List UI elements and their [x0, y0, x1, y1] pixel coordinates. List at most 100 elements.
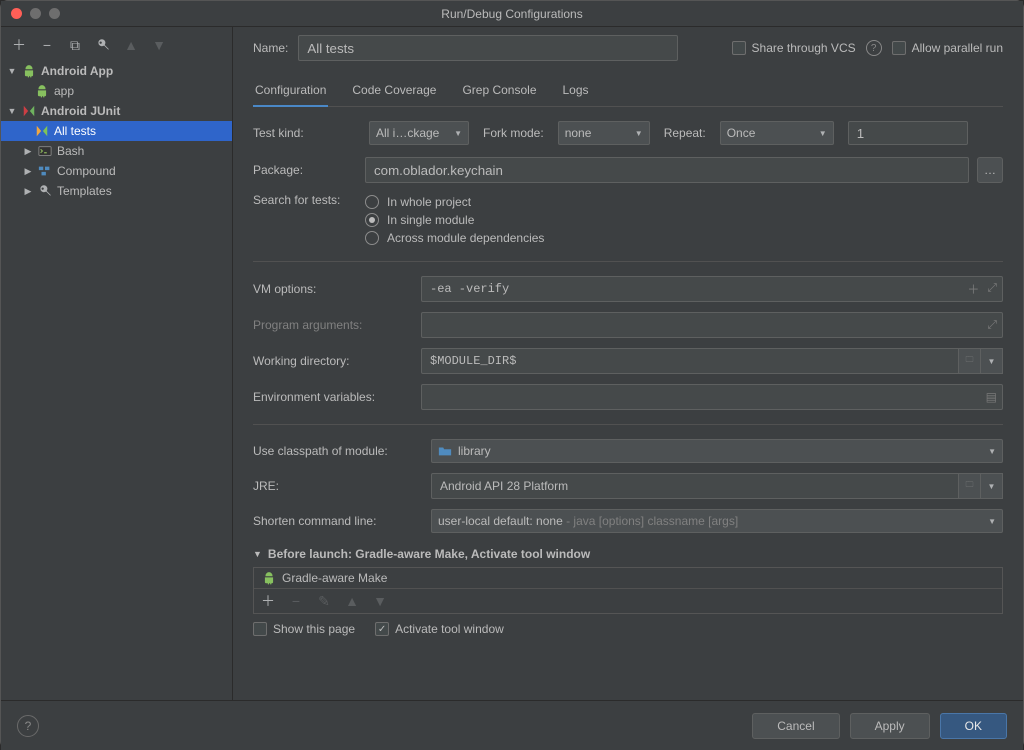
tree-compound[interactable]: ▶ Compound — [1, 161, 232, 181]
package-label: Package: — [253, 163, 355, 177]
down-icon: ▼ — [151, 37, 167, 53]
tab-configuration[interactable]: Configuration — [253, 77, 328, 107]
before-launch-toolbar: ＋ − ✎ ▲ ▼ — [254, 588, 1002, 613]
compound-icon — [38, 164, 52, 178]
select-value: All i…ckage — [376, 126, 439, 140]
chevron-down-icon[interactable]: ▼ — [981, 348, 1003, 374]
chevron-right-icon: ▶ — [23, 186, 33, 197]
working-dir-input[interactable] — [421, 348, 959, 374]
checkbox-label: Share through VCS — [752, 41, 856, 55]
checkbox-icon — [253, 622, 267, 636]
tree-templates[interactable]: ▶ Templates — [1, 181, 232, 201]
expand-icon[interactable]: ⤢ — [987, 281, 997, 298]
apply-button[interactable]: Apply — [850, 713, 930, 739]
chevron-down-icon: ▼ — [7, 106, 17, 116]
help-icon[interactable]: ? — [866, 40, 882, 56]
checkbox-icon — [375, 622, 389, 636]
repeat-count-input[interactable] — [848, 121, 968, 145]
select-value: none — [565, 126, 592, 140]
checkbox-label: Show this page — [273, 622, 355, 636]
tree-label: Templates — [57, 184, 112, 198]
footer: ? Cancel Apply OK — [1, 700, 1023, 750]
module-icon — [438, 445, 452, 457]
radio-label: Across module dependencies — [387, 231, 544, 245]
up-icon: ▲ — [123, 37, 139, 53]
vm-options-input[interactable] — [421, 276, 1003, 302]
tree-all-tests[interactable]: All tests — [1, 121, 232, 141]
browse-package-button[interactable]: … — [977, 157, 1003, 183]
chevron-down-icon: ▼ — [454, 129, 462, 138]
cancel-button[interactable]: Cancel — [752, 713, 839, 739]
down-icon: ▼ — [372, 593, 388, 609]
search-tests-label: Search for tests: — [253, 193, 355, 207]
program-args-input[interactable] — [421, 312, 1003, 338]
chevron-down-icon: ▼ — [7, 66, 17, 76]
tree-android-junit[interactable]: ▼ Android JUnit — [1, 101, 232, 121]
select-value: library — [458, 444, 491, 458]
radio-single-module[interactable]: In single module — [365, 211, 544, 229]
chevron-down-icon: ▼ — [253, 549, 262, 559]
minimize-window-icon — [30, 8, 41, 19]
before-launch-item[interactable]: Gradle-aware Make — [254, 568, 1002, 588]
activate-tool-window-checkbox[interactable]: Activate tool window — [375, 622, 504, 636]
package-input[interactable] — [365, 157, 969, 183]
show-this-page-checkbox[interactable]: Show this page — [253, 622, 355, 636]
zoom-window-icon — [49, 8, 60, 19]
main-panel: Name: Share through VCS ? Allow parallel… — [233, 27, 1023, 700]
fork-mode-select[interactable]: none▼ — [558, 121, 650, 145]
before-launch-header[interactable]: ▼ Before launch: Gradle-aware Make, Acti… — [253, 547, 1003, 561]
remove-icon[interactable]: − — [39, 37, 55, 53]
jre-input[interactable]: Android API 28 Platform — [431, 473, 959, 499]
wrench-icon[interactable] — [95, 37, 111, 53]
folder-icon[interactable]: 🗀 — [959, 473, 981, 499]
ok-button[interactable]: OK — [940, 713, 1007, 739]
name-input[interactable] — [298, 35, 678, 61]
bash-icon — [38, 144, 52, 158]
remove-icon: − — [288, 593, 304, 609]
vm-options-label: VM options: — [253, 282, 411, 296]
repeat-select[interactable]: Once▼ — [720, 121, 834, 145]
expand-icon[interactable]: ⤢ — [987, 318, 997, 333]
tab-grep-console[interactable]: Grep Console — [460, 77, 538, 106]
add-icon[interactable]: ＋ — [260, 593, 276, 609]
tree-app[interactable]: app — [1, 81, 232, 101]
test-kind-select[interactable]: All i…ckage ▼ — [369, 121, 469, 145]
chevron-right-icon: ▶ — [23, 166, 33, 177]
shorten-select[interactable]: user-local default: none - java [options… — [431, 509, 1003, 533]
android-icon — [262, 571, 276, 585]
select-hint: - java [options] classname [args] — [563, 514, 738, 528]
chevron-down-icon[interactable]: ▼ — [981, 473, 1003, 499]
folder-icon[interactable]: 🗀 — [959, 348, 981, 374]
env-vars-label: Environment variables: — [253, 390, 411, 404]
close-window-icon[interactable] — [11, 8, 22, 19]
share-vcs-checkbox[interactable]: Share through VCS — [732, 41, 856, 55]
shorten-label: Shorten command line: — [253, 514, 421, 528]
sidebar: ＋ − ⧉ ▲ ▼ ▼ Android App app ▼ Android JU… — [1, 27, 233, 700]
copy-icon[interactable]: ⧉ — [67, 37, 83, 53]
env-vars-input[interactable] — [421, 384, 1003, 410]
junit-icon — [35, 124, 49, 138]
checkbox-label: Allow parallel run — [912, 41, 1003, 55]
tab-logs[interactable]: Logs — [561, 77, 591, 106]
fork-mode-label: Fork mode: — [483, 126, 544, 140]
help-button[interactable]: ? — [17, 715, 39, 737]
chevron-down-icon: ▼ — [988, 517, 996, 526]
add-icon[interactable]: ＋ — [11, 37, 27, 53]
tree-bash[interactable]: ▶ Bash — [1, 141, 232, 161]
tree-android-app[interactable]: ▼ Android App — [1, 61, 232, 81]
add-macro-icon[interactable]: ＋ — [967, 281, 979, 298]
chevron-right-icon: ▶ — [23, 146, 33, 157]
tree-label: All tests — [54, 124, 96, 138]
program-args-label: Program arguments: — [253, 318, 411, 332]
classpath-select[interactable]: library ▼ — [431, 439, 1003, 463]
tab-code-coverage[interactable]: Code Coverage — [350, 77, 438, 106]
radio-whole-project[interactable]: In whole project — [365, 193, 544, 211]
working-dir-label: Working directory: — [253, 354, 411, 368]
radio-label: In single module — [387, 213, 474, 227]
list-icon[interactable]: ▤ — [986, 390, 997, 404]
allow-parallel-checkbox[interactable]: Allow parallel run — [892, 41, 1003, 55]
before-launch-list: Gradle-aware Make ＋ − ✎ ▲ ▼ — [253, 567, 1003, 614]
radio-across-deps[interactable]: Across module dependencies — [365, 229, 544, 247]
traffic-lights — [1, 8, 60, 19]
tree-label: Bash — [57, 144, 84, 158]
